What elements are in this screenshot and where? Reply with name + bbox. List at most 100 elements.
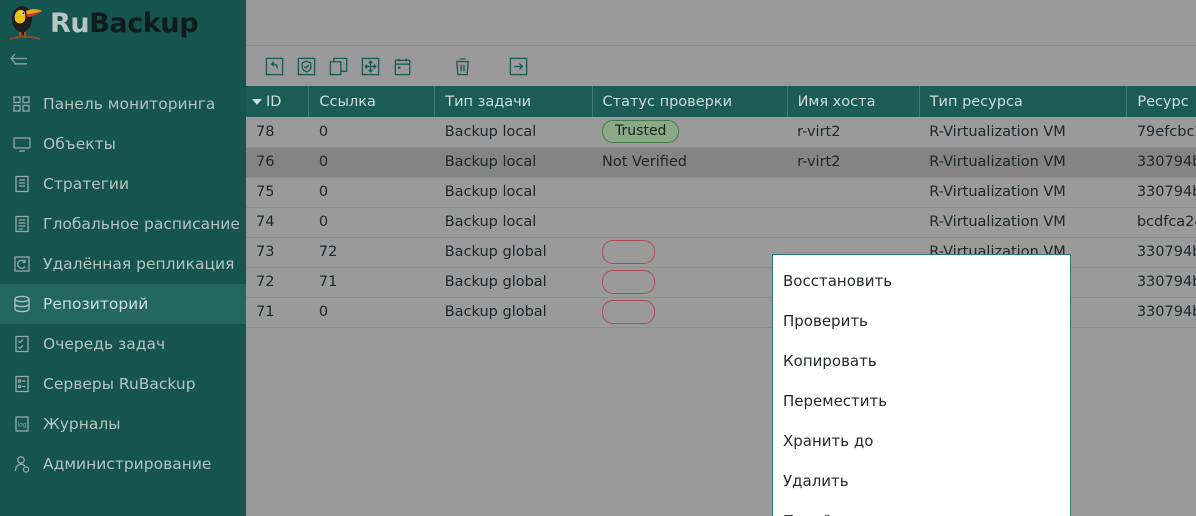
sidebar-item-repository[interactable]: Репозиторий <box>0 284 246 324</box>
context-menu-item[interactable]: Восстановить <box>773 261 1070 301</box>
column-label: Статус проверки <box>603 94 732 110</box>
column-label: Ссылка <box>319 94 375 110</box>
cell-task: Backup local <box>435 207 592 237</box>
sidebar-item-administration[interactable]: Администрирование <box>0 444 246 484</box>
verify-button[interactable] <box>290 50 322 82</box>
sidebar-item-task-queue[interactable]: Очередь задач <box>0 324 246 364</box>
table-row[interactable]: 760Backup localNot Verifiedr-virt2R-Virt… <box>246 147 1196 177</box>
cell-restype: R-Virtualization VM <box>919 177 1127 207</box>
column-label: ID <box>266 94 281 110</box>
sidebar-item-label: Серверы RuBackup <box>43 375 196 393</box>
row-context-menu: Восстановить ПроверитьКопироватьПеремести… <box>772 254 1071 516</box>
cell-task: Backup global <box>435 297 592 327</box>
sidebar-item-label: Объекты <box>43 135 116 153</box>
cell-link: 71 <box>309 267 435 297</box>
sidebar-item-label: Стратегии <box>43 175 129 193</box>
sidebar: RuBackup Панель мониторинга <box>0 0 246 516</box>
cell-link: 0 <box>309 177 435 207</box>
document-icon <box>12 174 32 194</box>
column-label: Имя хоста <box>798 94 876 110</box>
main-area: ID Ссылка Тип задачи Статус проверки Имя… <box>246 0 1196 516</box>
context-menu-item-label: Хранить до <box>783 432 873 450</box>
log-icon: log <box>12 414 32 434</box>
copy-button[interactable] <box>322 50 354 82</box>
cell-id: 74 <box>246 207 309 237</box>
cell-status: Trusted <box>592 117 787 147</box>
column-label: Тип задачи <box>445 94 531 110</box>
context-menu-item-label: Восстановить <box>783 272 892 290</box>
cell-link: 0 <box>309 117 435 147</box>
context-menu-item[interactable]: Перейти к... <box>773 501 1070 516</box>
action-toolbar <box>246 46 1196 86</box>
sidebar-item-remote-replication[interactable]: Удалённая репликация <box>0 244 246 284</box>
checklist-icon <box>12 334 32 354</box>
sidebar-item-dashboard[interactable]: Панель мониторинга <box>0 84 246 124</box>
context-menu-item[interactable]: Копировать <box>773 341 1070 381</box>
context-menu-item[interactable]: Удалить <box>773 461 1070 501</box>
list-document-icon <box>12 214 32 234</box>
repository-table-container: ID Ссылка Тип задачи Статус проверки Имя… <box>246 86 1196 516</box>
column-header-resource[interactable]: Ресурс <box>1127 86 1196 117</box>
cell-host: r-virt2 <box>787 117 919 147</box>
cell-task: Backup global <box>435 267 592 297</box>
table-row[interactable]: 780Backup localTrustedr-virt2R-Virtualiz… <box>246 117 1196 147</box>
column-header-id[interactable]: ID <box>246 86 309 117</box>
status-badge <box>602 270 655 293</box>
sidebar-item-global-schedule[interactable]: Глобальное расписание <box>0 204 246 244</box>
context-menu-item-label: Удалить <box>783 472 849 490</box>
column-header-verify-status[interactable]: Статус проверки <box>592 86 787 117</box>
cell-restype: R-Virtualization VM <box>919 147 1127 177</box>
cell-id: 78 <box>246 117 309 147</box>
collapse-sidebar-button[interactable] <box>0 46 246 72</box>
context-menu-item[interactable]: Хранить до <box>773 421 1070 461</box>
cell-restype: R-Virtualization VM <box>919 207 1127 237</box>
cell-task: Backup local <box>435 117 592 147</box>
cell-resource: 330794b8-f4c0-4ddd-8b95-4ed <box>1127 177 1196 207</box>
context-menu-item-label: Перейти к... <box>783 512 879 516</box>
cell-task: Backup local <box>435 147 592 177</box>
sidebar-item-objects[interactable]: Объекты <box>0 124 246 164</box>
column-header-hostname[interactable]: Имя хоста <box>787 86 919 117</box>
goto-button[interactable] <box>502 50 534 82</box>
collapse-sidebar-icon <box>8 51 30 67</box>
context-menu-item[interactable]: Проверить <box>773 301 1070 341</box>
context-menu-item[interactable]: Переместить <box>773 381 1070 421</box>
column-header-resource-type[interactable]: Тип ресурса <box>919 86 1127 117</box>
cell-id: 71 <box>246 297 309 327</box>
cell-id: 75 <box>246 177 309 207</box>
sidebar-item-strategies[interactable]: Стратегии <box>0 164 246 204</box>
cell-host <box>787 207 919 237</box>
user-admin-icon <box>12 454 32 474</box>
column-header-task-type[interactable]: Тип задачи <box>435 86 592 117</box>
cell-id: 72 <box>246 267 309 297</box>
sidebar-item-logs[interactable]: log Журналы <box>0 404 246 444</box>
table-row[interactable]: 740Backup localR-Virtualization VMbcdfca… <box>246 207 1196 237</box>
cell-link: 0 <box>309 297 435 327</box>
cell-task: Backup global <box>435 237 592 267</box>
cell-resource: 330794b8-f4c0-4ddd-8b95-4ed <box>1127 267 1196 297</box>
cell-task: Backup local <box>435 177 592 207</box>
app-window: RuBackup Панель мониторинга <box>0 0 1196 516</box>
cell-resource: 330794b8-f4c0-4ddd-8b95-4ed <box>1127 297 1196 327</box>
cell-status: Not Verified <box>592 147 787 177</box>
cell-id: 73 <box>246 237 309 267</box>
column-label: Тип ресурса <box>930 94 1023 110</box>
table-row[interactable]: 750Backup local R-Virtualization VM330794… <box>246 177 1196 207</box>
store-until-button[interactable] <box>386 50 418 82</box>
cell-restype: R-Virtualization VM <box>919 117 1127 147</box>
move-button[interactable] <box>354 50 386 82</box>
monitor-icon <box>12 134 32 154</box>
cell-status <box>592 267 787 297</box>
delete-button[interactable] <box>446 50 478 82</box>
top-bar <box>246 0 1196 46</box>
sidebar-item-label: Администрирование <box>43 455 211 473</box>
database-icon <box>12 294 32 314</box>
cell-status <box>592 207 787 237</box>
app-logo[interactable]: RuBackup <box>0 0 246 46</box>
column-header-link[interactable]: Ссылка <box>309 86 435 117</box>
restore-button[interactable] <box>258 50 290 82</box>
toucan-logo-icon <box>6 2 46 44</box>
dashboard-grid-icon <box>12 94 32 114</box>
sidebar-item-servers[interactable]: Серверы RuBackup <box>0 364 246 404</box>
replication-icon <box>12 254 32 274</box>
